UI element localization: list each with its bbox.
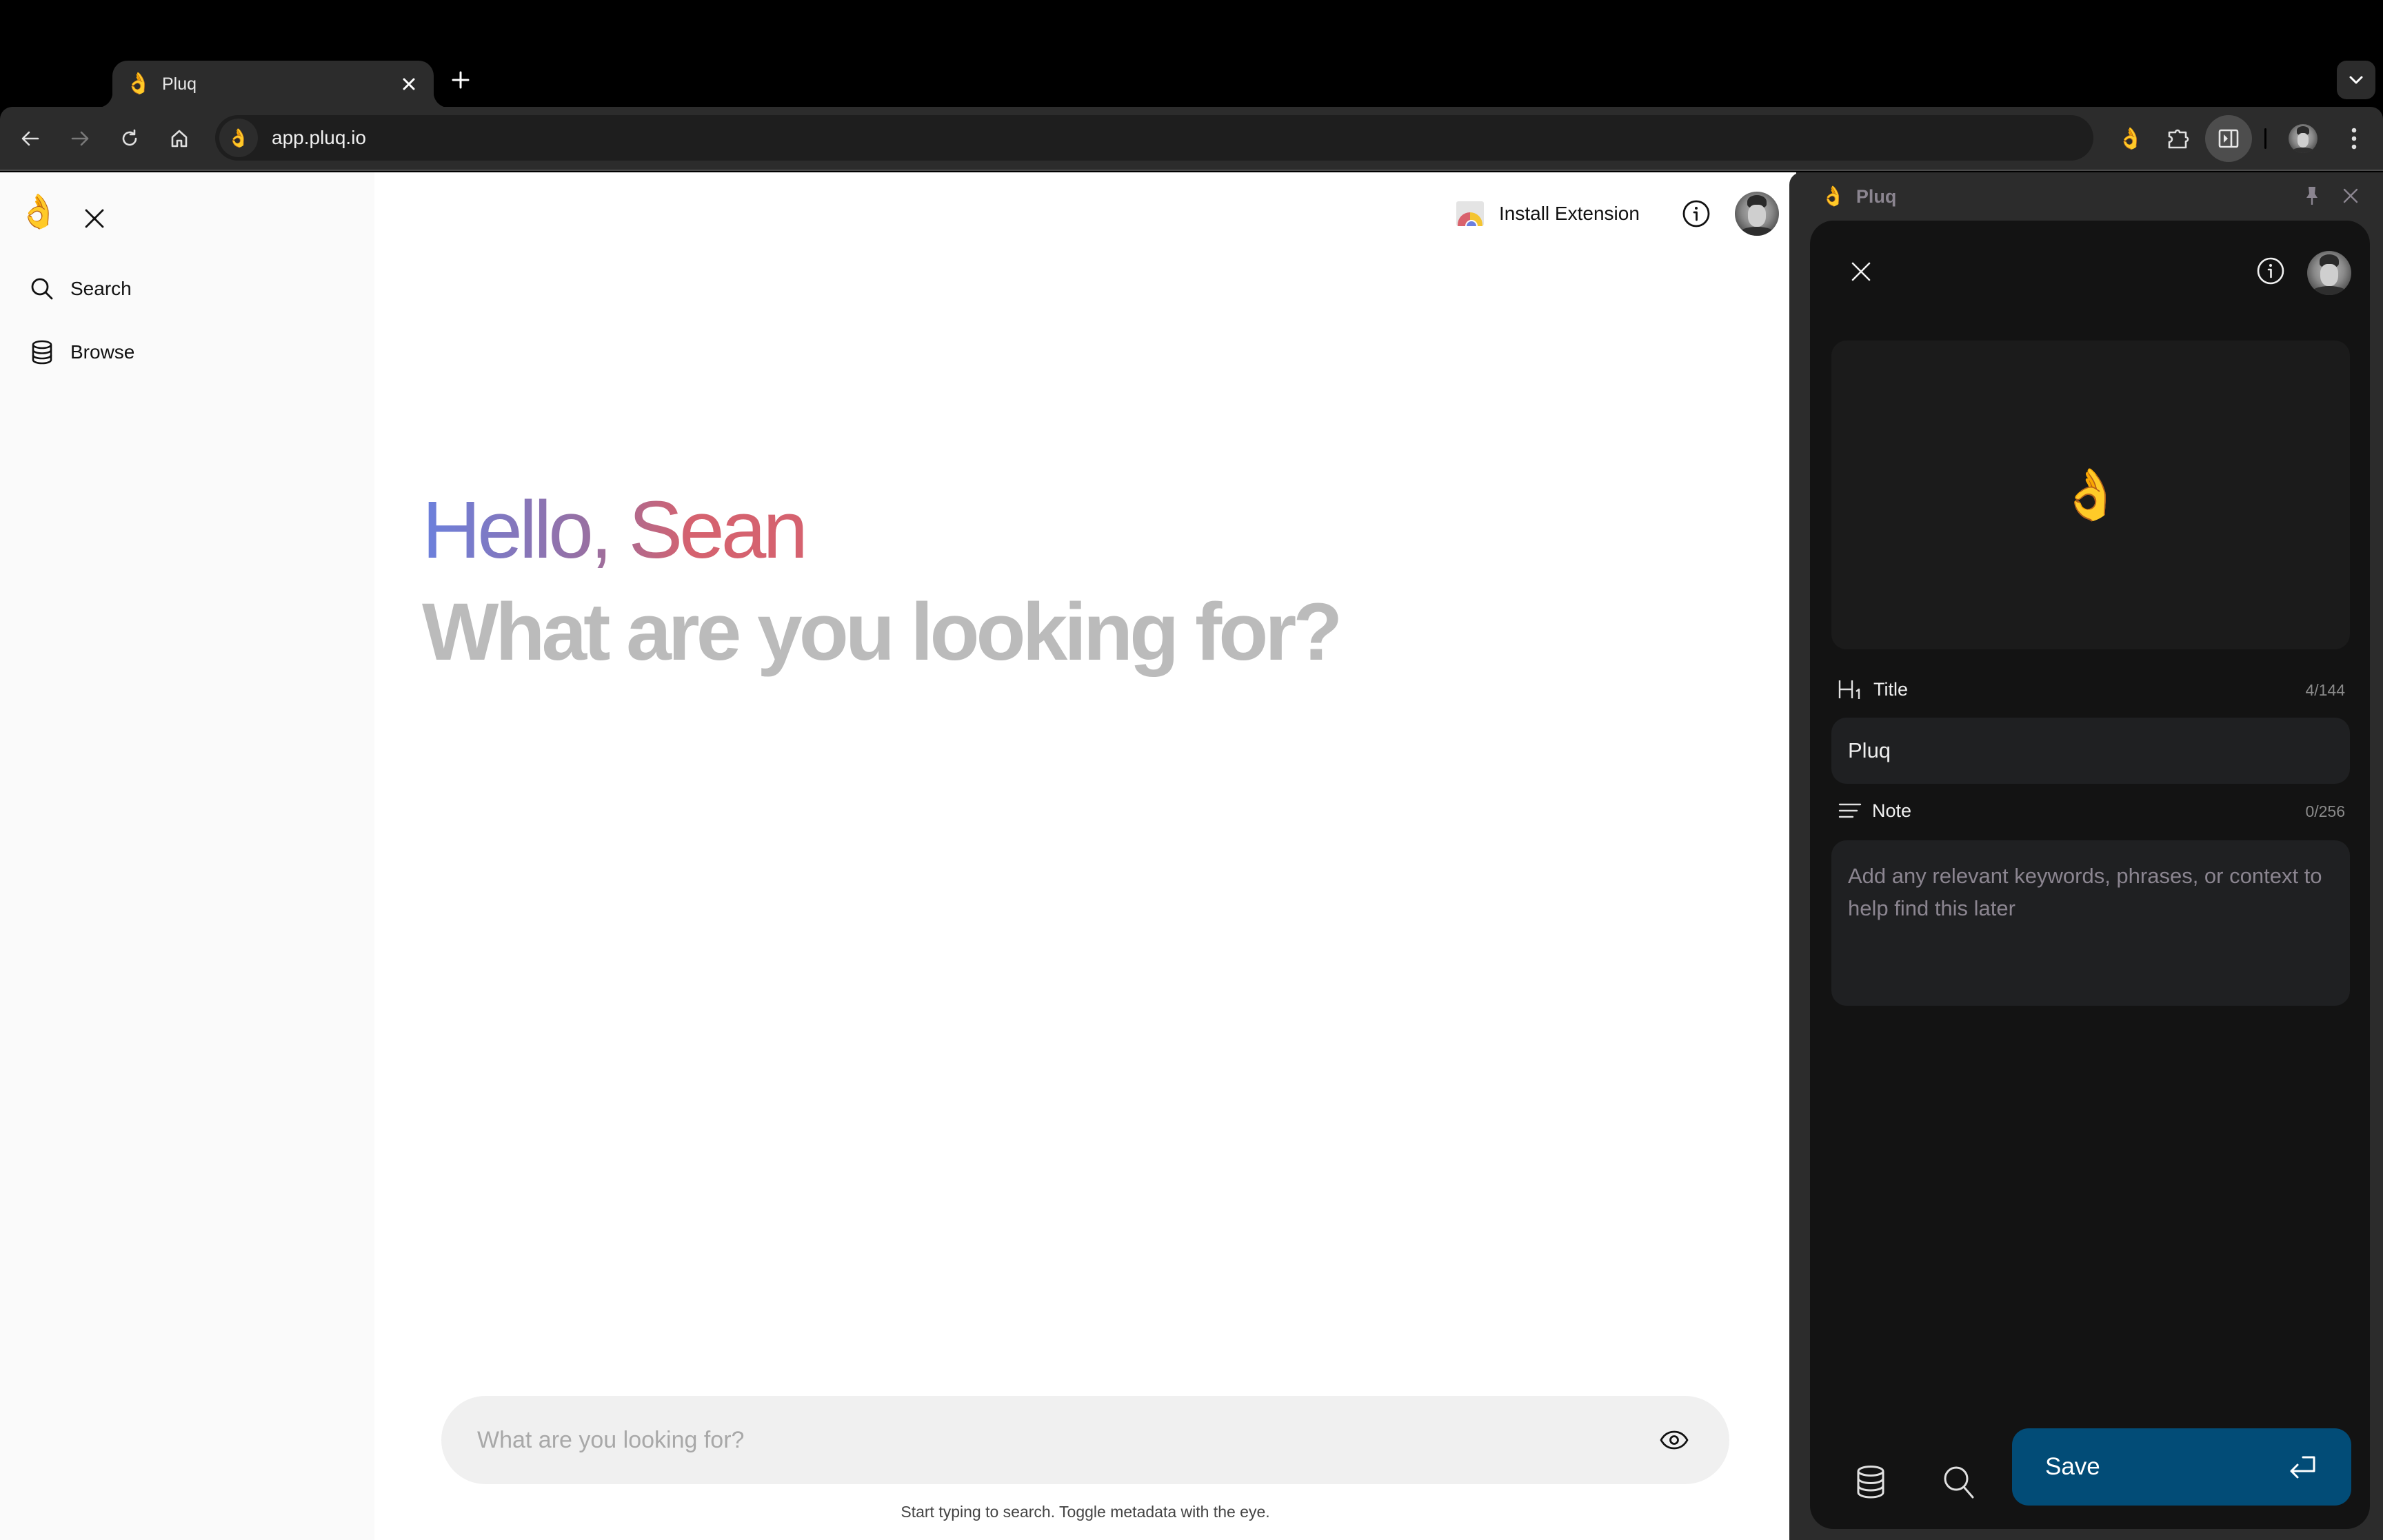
kebab-menu-icon: [2351, 128, 2357, 150]
title-char-count: 4/144: [2305, 681, 2345, 699]
puzzle-icon: [2168, 129, 2189, 149]
close-tab-icon[interactable]: [396, 72, 421, 97]
side-panel-icon: [2218, 129, 2239, 148]
plus-icon: [452, 71, 470, 89]
sidebar-item-browse[interactable]: Browse: [30, 332, 148, 373]
tab-favicon-icon: 👌: [125, 72, 152, 95]
back-button[interactable]: [14, 122, 47, 155]
card-user-avatar[interactable]: [2307, 251, 2351, 295]
browser-toolbar: 👌 app.pluq.io 👌: [0, 107, 2383, 171]
info-icon: [1682, 200, 1710, 227]
enter-key-icon: [2290, 1456, 2315, 1479]
browser-menu-button[interactable]: [2333, 115, 2375, 162]
save-card: 👌 Title 4/144 Note 0/256 Save: [1810, 221, 2370, 1529]
side-panel-title[interactable]: Pluq: [1856, 186, 1897, 207]
url-text[interactable]: app.pluq.io: [272, 127, 366, 149]
toggle-metadata-button[interactable]: [1655, 1421, 1693, 1459]
pluq-extension-button[interactable]: 👌: [2110, 115, 2151, 162]
text-lines-icon: [1838, 803, 1862, 818]
database-icon: [1857, 1466, 1884, 1499]
profile-button[interactable]: [2282, 115, 2324, 162]
sidebar-item-label: Search: [70, 278, 132, 299]
search-button[interactable]: [1937, 1460, 1981, 1504]
title-input[interactable]: [1831, 718, 2350, 784]
site-info-icon[interactable]: 👌: [219, 119, 258, 157]
pin-icon: [2306, 187, 2317, 205]
pluq-logo-icon[interactable]: 👌: [18, 196, 59, 229]
greeting-subtitle: What are you looking for?: [422, 587, 1343, 678]
search-icon: [31, 278, 53, 300]
reload-icon: [122, 129, 137, 146]
save-button[interactable]: Save: [2012, 1428, 2351, 1506]
greeting-heading: Hello, Sean: [422, 489, 808, 571]
sidebar-item-search[interactable]: Search: [30, 268, 145, 310]
greeting-text: Hello, Sean: [422, 485, 808, 576]
install-extension-link[interactable]: Install Extension: [1456, 194, 1640, 233]
close-icon: [2343, 188, 2358, 203]
heading-1-icon: [1838, 680, 1860, 699]
close-icon: [1851, 262, 1871, 281]
pluq-extension-icon: 👌: [2118, 127, 2144, 150]
note-field-label: Note: [1838, 797, 1911, 824]
title-label-text: Title: [1873, 678, 1909, 700]
note-char-count: 0/256: [2305, 802, 2345, 820]
reload-button[interactable]: [113, 122, 146, 155]
page: 👌 Search Browse Install Extension Hello,…: [0, 172, 1796, 1540]
side-panel: 👌 Pluq 👌 Title 4/144 Note 0/256: [1796, 172, 2383, 1540]
info-button[interactable]: [1678, 196, 1714, 232]
side-panel-header: 👌 Pluq: [1821, 179, 1896, 214]
browser-tab[interactable]: 👌 Pluq: [97, 61, 449, 108]
tab-title: Pluq: [162, 74, 197, 94]
card-close-button[interactable]: [1840, 251, 1882, 292]
browse-button[interactable]: [1849, 1460, 1893, 1504]
search-icon: [1944, 1466, 1974, 1499]
forward-button[interactable]: [63, 122, 97, 155]
note-textarea[interactable]: [1831, 840, 2350, 1006]
address-bar[interactable]: 👌 app.pluq.io: [215, 115, 2093, 161]
tab-strip: 👌 Pluq: [0, 0, 2383, 108]
home-icon: [171, 130, 188, 148]
info-icon: [2257, 257, 2284, 285]
arrow-right-icon: [71, 131, 89, 146]
card-info-button[interactable]: [2252, 252, 2289, 290]
sidebar-item-label: Browse: [70, 341, 135, 363]
search-bar: [441, 1396, 1729, 1484]
page-preview: 👌: [1831, 341, 2350, 649]
toolbar-divider: [2264, 128, 2266, 149]
home-button[interactable]: [163, 122, 196, 155]
sidebar: 👌 Search Browse: [0, 172, 374, 1540]
preview-emoji-icon: 👌: [2060, 467, 2122, 523]
install-extension-label: Install Extension: [1499, 203, 1640, 224]
profile-avatar: [2289, 124, 2317, 153]
save-button-label: Save: [2045, 1453, 2100, 1480]
side-panel-button[interactable]: [2205, 115, 2252, 162]
user-avatar[interactable]: [1735, 192, 1779, 236]
sidebar-close-button[interactable]: [77, 201, 112, 236]
tab-search-button[interactable]: [2337, 61, 2375, 99]
title-field-label: Title: [1838, 676, 1908, 703]
chrome-web-store-icon: [1456, 201, 1484, 226]
search-input[interactable]: [477, 1426, 1655, 1454]
extensions-button[interactable]: [2158, 115, 2200, 162]
chevron-down-icon: [2349, 76, 2363, 84]
note-label-text: Note: [1872, 800, 1912, 821]
new-tab-button[interactable]: [447, 66, 474, 94]
database-icon: [32, 340, 52, 365]
close-side-panel-button[interactable]: [2337, 182, 2364, 210]
arrow-left-icon: [21, 131, 39, 146]
eye-icon: [1660, 1430, 1689, 1450]
side-panel-favicon-icon: 👌: [1821, 185, 1845, 207]
close-icon: [85, 209, 104, 228]
pin-side-panel-button[interactable]: [2298, 182, 2326, 210]
search-hint: Start typing to search. Toggle metadata …: [901, 1503, 1270, 1521]
